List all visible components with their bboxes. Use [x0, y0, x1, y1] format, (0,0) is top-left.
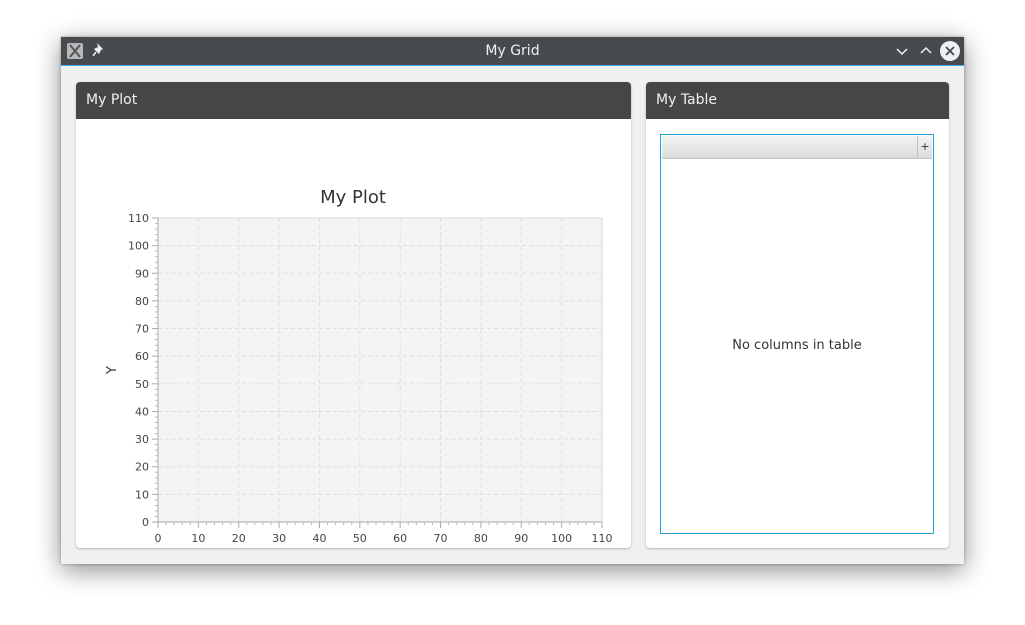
table-placeholder: No columns in table	[732, 338, 862, 353]
y-tick-label: 0	[142, 516, 149, 529]
y-tick-label: 30	[135, 433, 149, 446]
x-tick-label: 10	[191, 532, 205, 545]
plot-area[interactable]	[157, 217, 603, 523]
x-tick-label: 70	[434, 532, 448, 545]
y-tick-label: 80	[135, 295, 149, 308]
window-title: My Grid	[485, 43, 540, 59]
x-tick-label: 60	[393, 532, 407, 545]
chart-title: My Plot	[320, 187, 386, 208]
x-tick-label: 110	[592, 532, 613, 545]
maximize-button[interactable]	[918, 43, 934, 59]
app-window: My Grid My Plot My Plot 0 10 20 30 40 50 60 70 8…	[61, 37, 964, 564]
table-panel-header[interactable]: My Table	[646, 82, 949, 119]
y-tick-label: 110	[128, 212, 149, 225]
table-column-header: +	[662, 136, 932, 159]
x-axis: 0 10 20 30 40 50 60 70 80 90 100 110	[155, 521, 613, 545]
y-tick-label: 20	[135, 461, 149, 474]
y-axis-label: Y	[105, 366, 120, 375]
x-tick-label: 30	[272, 532, 286, 545]
y-axis: 0 10 20 30 40 50 60 70 80 90 100 110	[128, 212, 159, 529]
table-panel: My Table + No columns in table	[646, 82, 949, 548]
x-tick-label: 20	[232, 532, 246, 545]
chevron-down-icon	[896, 48, 908, 56]
close-icon	[945, 46, 955, 56]
x-tick-label: 100	[551, 532, 572, 545]
x-tick-label: 0	[155, 532, 162, 545]
title-bar[interactable]: My Grid	[61, 37, 964, 66]
column-menu-button[interactable]: +	[917, 136, 932, 158]
minimize-button[interactable]	[894, 43, 910, 59]
x-tick-label: 40	[312, 532, 326, 545]
y-tick-label: 50	[135, 378, 149, 391]
x-tick-label: 50	[353, 532, 367, 545]
y-tick-label: 40	[135, 405, 149, 418]
y-tick-label: 10	[135, 488, 149, 501]
y-tick-label: 70	[135, 323, 149, 336]
data-table[interactable]: + No columns in table	[660, 134, 934, 534]
y-tick-label: 60	[135, 350, 149, 363]
plot-panel: My Plot My Plot 0 10 20 30 40 50 60 70 80 90 100 11…	[76, 82, 631, 548]
y-tick-label: 100	[128, 240, 149, 253]
x-tick-label: 80	[474, 532, 488, 545]
plot-panel-header[interactable]: My Plot	[76, 82, 631, 119]
chevron-up-icon	[920, 46, 932, 54]
plot-chart: My Plot 0 10 20 30 40 50 60 70 80 90 100 110 0 10 20 3…	[105, 187, 613, 545]
y-tick-label: 90	[135, 267, 149, 280]
close-button[interactable]	[940, 41, 960, 61]
x-tick-label: 90	[514, 532, 528, 545]
